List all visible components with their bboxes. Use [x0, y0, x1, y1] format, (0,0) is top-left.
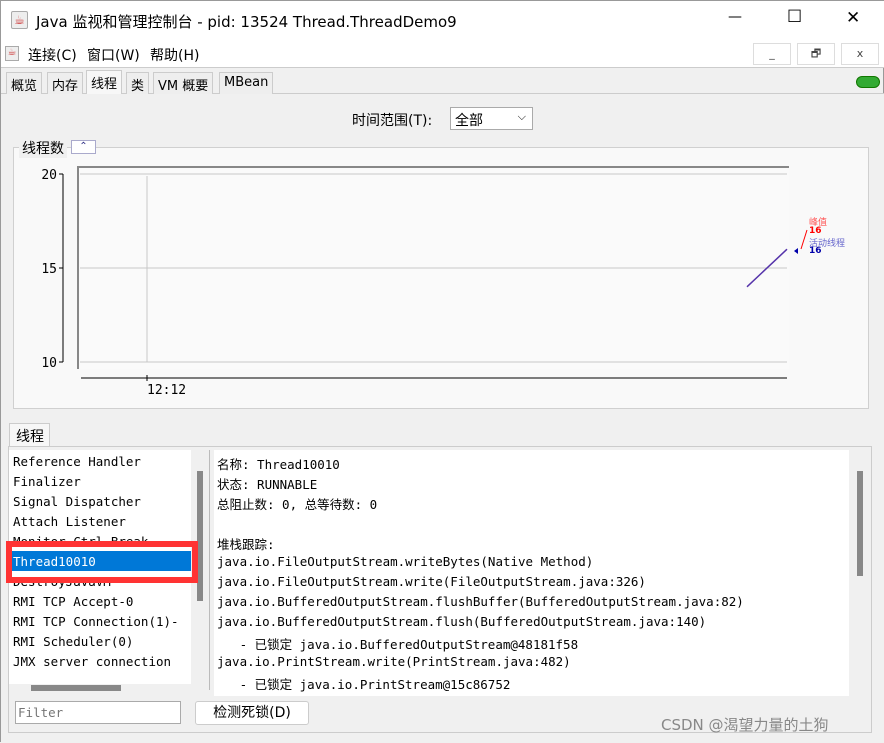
- thread-list-item[interactable]: RMI TCP Connection(1)-: [13, 614, 179, 629]
- highlight-box: [6, 541, 198, 583]
- detail-counts: 总阻止数: 0, 总等待数: 0: [217, 497, 378, 512]
- thread-list-item[interactable]: RMI Scheduler(0): [13, 634, 133, 649]
- stack-frame: java.io.PrintStream.write(PrintStream.ja…: [217, 654, 571, 669]
- stack-frame: java.io.BufferedOutputStream.flushBuffer…: [217, 594, 744, 609]
- thread-list-item[interactable]: JMX server connection: [13, 654, 171, 669]
- thread-list-item[interactable]: RMI TCP Accept-0: [13, 594, 133, 609]
- peak-value: 16: [809, 226, 822, 236]
- detail-state: 状态: RUNNABLE: [217, 477, 318, 492]
- stack-frame: java.io.BufferedOutputStream.flush(Buffe…: [217, 614, 707, 629]
- stack-frame: - 已锁定 java.io.BufferedOutputStream@48181…: [217, 637, 579, 652]
- details-vscrollbar[interactable]: [857, 471, 863, 576]
- thread-list-item[interactable]: Finalizer: [13, 474, 81, 489]
- thread-list-item[interactable]: Attach Listener: [13, 514, 126, 529]
- y-tick-label: 10: [41, 356, 57, 371]
- stack-frame: - 已锁定 java.io.PrintStream@15c86752: [217, 677, 511, 692]
- split-divider[interactable]: [209, 450, 212, 690]
- threads-tab[interactable]: 线程: [9, 423, 50, 446]
- detail-name: 名称: Thread10010: [217, 457, 340, 472]
- peak-indicator: [800, 229, 808, 250]
- live-threads-marker: [794, 248, 798, 254]
- thread-list-item[interactable]: Signal Dispatcher: [13, 494, 141, 509]
- y-tick-label: 15: [41, 262, 57, 277]
- chart-plot: 20 15 10 12:12: [41, 166, 808, 398]
- detect-deadlock-button[interactable]: 检测死锁(D): [195, 701, 309, 725]
- filter-input[interactable]: [15, 701, 181, 724]
- stack-label: 堆栈跟踪:: [217, 537, 275, 552]
- x-tick-label: 12:12: [147, 383, 186, 398]
- thread-list-hscrollbar[interactable]: [31, 685, 121, 691]
- stack-frame: java.io.FileOutputStream.writeBytes(Nati…: [217, 554, 594, 569]
- watermark: CSDN @渴望力量的土狗: [661, 716, 829, 734]
- thread-details: 名称: Thread10010 状态: RUNNABLE 总阻止数: 0, 总等待数…: [214, 450, 849, 696]
- stack-frame: java.io.FileOutputStream.write(FileOutpu…: [217, 574, 646, 589]
- live-threads-value: 16: [809, 246, 822, 256]
- thread-list-item[interactable]: Reference Handler: [13, 454, 141, 469]
- y-tick-label: 20: [41, 168, 57, 183]
